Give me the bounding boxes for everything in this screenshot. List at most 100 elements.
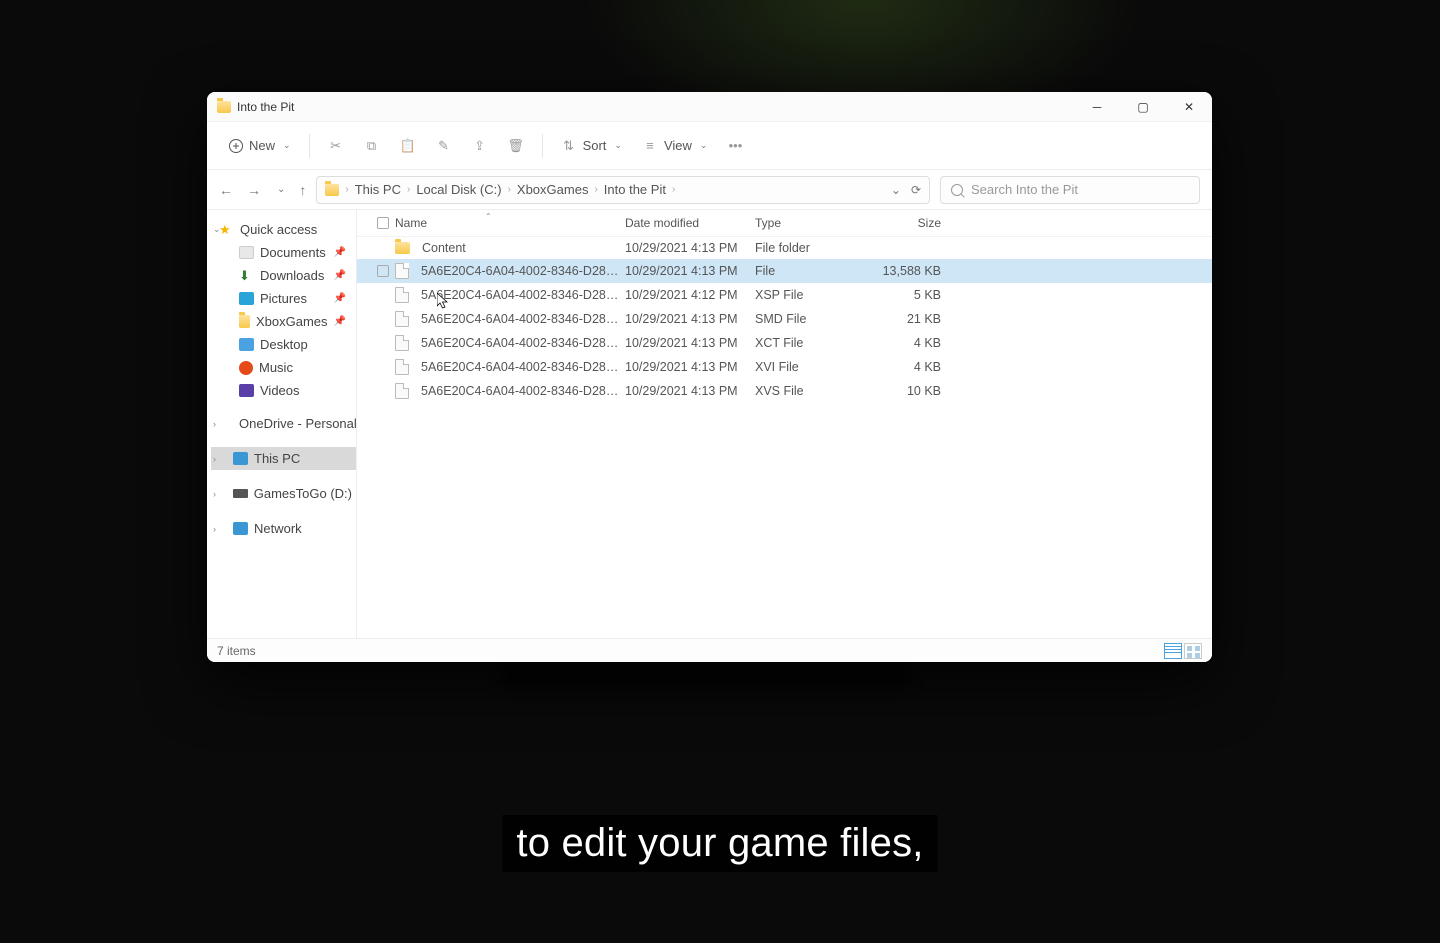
file-size: 10 KB [863,384,953,398]
up-button[interactable]: ↑ [299,182,306,198]
chevron-down-icon: ⌄ [614,140,622,151]
sidebar-item-drive-d[interactable]: › GamesToGo (D:) [211,482,356,505]
maximize-button[interactable]: ▢ [1120,92,1166,122]
file-row[interactable]: 5A6E20C4-6A04-4002-8346-D28A61…10/29/202… [357,259,1212,283]
paste-button[interactable]: 📋 [392,132,424,160]
cut-button[interactable]: ✂ [320,132,352,160]
sidebar-item-desktop[interactable]: Desktop [211,333,356,356]
file-row[interactable]: 5A6E20C4-6A04-4002-8346-D28A61…10/29/202… [357,307,1212,331]
close-button[interactable]: ✕ [1166,92,1212,122]
download-icon: ⬇ [239,269,254,282]
column-size[interactable]: Size [918,216,941,230]
file-type: File [755,264,863,278]
rename-button[interactable]: ✎ [428,132,460,160]
pin-icon: 📌 [334,270,346,281]
recent-button[interactable]: ⌄ [277,184,285,195]
file-icon [395,311,409,327]
more-button[interactable]: ••• [719,132,751,160]
sidebar-item-videos[interactable]: Videos [211,379,356,402]
file-date: 10/29/2021 4:13 PM [625,312,755,326]
share-icon: ⇪ [472,138,488,154]
sidebar-item-music[interactable]: Music [211,356,356,379]
sidebar-item-onedrive[interactable]: › OneDrive - Personal [211,412,356,435]
pictures-icon [239,292,254,305]
new-button[interactable]: New ⌄ [221,132,299,159]
file-name: 5A6E20C4-6A04-4002-8346-D28A61… [421,264,625,278]
view-icon: ≡ [642,138,658,154]
chevron-right-icon: › [213,419,216,429]
sidebar-item-pictures[interactable]: Pictures 📌 [211,287,356,310]
address-bar[interactable]: › This PC › Local Disk (C:) › XboxGames … [316,176,930,204]
video-icon [239,384,254,397]
file-size: 5 KB [863,288,953,302]
row-checkbox[interactable] [377,265,389,277]
sidebar-item-documents[interactable]: Documents 📌 [211,241,356,264]
breadcrumb-segment[interactable]: This PC [355,182,401,197]
file-row[interactable]: 5A6E20C4-6A04-4002-8346-D28A61…10/29/202… [357,331,1212,355]
column-headers[interactable]: Name ⌃ Date modified Type Size [357,210,1212,237]
column-name[interactable]: Name [395,216,427,230]
window-title: Into the Pit [237,100,294,114]
file-type: XCT File [755,336,863,350]
share-button[interactable]: ⇪ [464,132,496,160]
sidebar-item-xboxgames[interactable]: XboxGames 📌 [211,310,356,333]
breadcrumb-segment[interactable]: Into the Pit [604,182,666,197]
pin-icon: 📌 [334,247,346,258]
column-date[interactable]: Date modified [625,216,699,230]
file-name: Content [422,241,466,255]
file-name: 5A6E20C4-6A04-4002-8346-D28A61… [421,384,625,398]
file-icon [395,335,409,351]
breadcrumb-segment[interactable]: Local Disk (C:) [416,182,501,197]
drive-icon [233,489,248,498]
file-date: 10/29/2021 4:12 PM [625,288,755,302]
file-icon [395,287,409,303]
back-button[interactable]: ← [219,182,233,198]
file-date: 10/29/2021 4:13 PM [625,384,755,398]
column-type[interactable]: Type [755,216,781,230]
file-row[interactable]: 5A6E20C4-6A04-4002-8346-D28A61…10/29/202… [357,355,1212,379]
pc-icon [233,452,248,465]
file-icon [395,359,409,375]
rename-icon: ✎ [436,138,452,154]
folder-icon [239,315,250,328]
star-icon: ★ [219,223,234,236]
forward-button[interactable]: → [247,182,261,198]
file-size: 4 KB [863,360,953,374]
minimize-button[interactable]: ─ [1074,92,1120,122]
sidebar-quick-access[interactable]: ⌄ ★ Quick access [211,218,356,241]
folder-row[interactable]: Content10/29/2021 4:13 PMFile folder [357,237,1212,259]
file-type: XSP File [755,288,863,302]
video-caption: to edit your game files, [502,815,937,872]
file-row[interactable]: 5A6E20C4-6A04-4002-8346-D28A61…10/29/202… [357,283,1212,307]
sidebar-item-this-pc[interactable]: › This PC [211,447,356,470]
breadcrumb-segment[interactable]: XboxGames [517,182,589,197]
file-icon [395,383,409,399]
file-date: 10/29/2021 4:13 PM [625,360,755,374]
pin-icon: 📌 [334,293,346,304]
file-size: 21 KB [863,312,953,326]
sort-button[interactable]: ⇅ Sort ⌄ [553,132,630,160]
file-row[interactable]: 5A6E20C4-6A04-4002-8346-D28A61…10/29/202… [357,379,1212,403]
chevron-down-icon: ⌄ [700,140,708,151]
status-item-count: 7 items [217,644,256,658]
view-details-button[interactable] [1164,643,1182,659]
view-button[interactable]: ≡ View ⌄ [634,132,716,160]
sidebar-item-downloads[interactable]: ⬇ Downloads 📌 [211,264,356,287]
select-all-checkbox[interactable] [377,217,389,229]
search-input[interactable]: Search Into the Pit [940,176,1200,204]
folder-icon [325,184,339,196]
sidebar: ⌄ ★ Quick access Documents 📌 ⬇ Downloads… [207,210,357,638]
more-icon: ••• [727,138,743,154]
sidebar-item-network[interactable]: › Network [211,517,356,540]
titlebar[interactable]: Into the Pit ─ ▢ ✕ [207,92,1212,122]
view-tiles-button[interactable] [1184,643,1202,659]
folder-icon [395,242,410,254]
history-button[interactable]: ⌄ [891,183,901,197]
delete-button[interactable]: 🗑 [500,132,532,160]
folder-icon [217,101,231,113]
refresh-button[interactable]: ⟳ [911,183,921,197]
file-date: 10/29/2021 4:13 PM [625,336,755,350]
copy-button[interactable]: ⧉ [356,132,388,160]
chevron-right-icon: › [213,524,216,534]
chevron-down-icon: ⌄ [283,140,291,151]
